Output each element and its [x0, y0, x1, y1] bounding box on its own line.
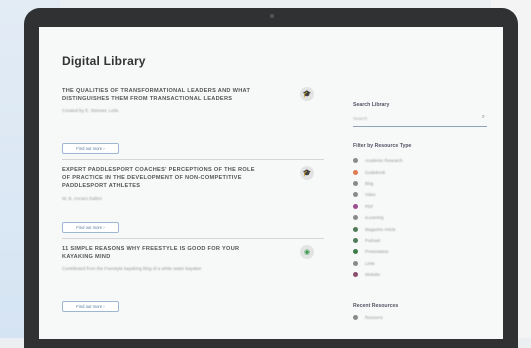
filter-label: Website — [365, 272, 381, 278]
filter-dot — [353, 192, 358, 198]
article-list: The Qualities of Transformational Leader… — [62, 87, 324, 323]
filter-label: Academic Research — [365, 158, 403, 164]
rss-icon: ◉ — [300, 245, 314, 259]
article-meta: Created by E. Stenner, Leila — [62, 108, 119, 114]
recent-dot — [353, 315, 358, 320]
search-heading: Search Library — [353, 102, 390, 108]
laptop-frame: Digital Library The Qualities of Transfo… — [24, 8, 518, 348]
search-placeholder: Search — [353, 116, 368, 121]
webcam — [270, 14, 274, 18]
search-input[interactable]: Search ⌕ — [353, 114, 487, 127]
filter-item[interactable]: eLearning — [353, 212, 487, 223]
filter-label: Presentation — [365, 249, 389, 255]
filter-list: Academic Research Guidebook Blog Video P… — [353, 155, 487, 280]
filter-label: PDF — [365, 203, 374, 209]
sidebar: Search Library Search ⌕ Filter by Resour… — [353, 102, 487, 280]
filter-item[interactable]: Blog — [353, 178, 487, 189]
filter-item[interactable]: Presentation — [353, 246, 487, 257]
filter-item[interactable]: Academic Research — [353, 155, 487, 166]
filter-dot — [353, 180, 358, 186]
article-card: Expert paddlesport coaches' perceptions … — [62, 166, 324, 239]
find-out-more-button[interactable]: Find out more › — [62, 222, 119, 233]
filter-item[interactable]: Magazine Article — [353, 223, 487, 234]
filter-dot — [353, 237, 358, 243]
filter-dot — [353, 249, 358, 255]
filter-item[interactable]: Podcast — [353, 235, 487, 246]
graduation-cap-icon: 🎓 — [300, 166, 314, 180]
filter-item[interactable]: Guidebook — [353, 166, 487, 177]
filter-item[interactable]: Website — [353, 269, 487, 280]
article-meta: W. B. Ancaro Dalimi — [62, 195, 102, 201]
filter-dot — [353, 215, 358, 221]
graduation-cap-icon: 🎓 — [300, 87, 314, 101]
article-card: The Qualities of Transformational Leader… — [62, 87, 324, 160]
recent-resource-item[interactable]: Resource — [353, 315, 383, 320]
filter-dot — [353, 169, 358, 175]
filter-item[interactable]: Video — [353, 189, 487, 200]
article-title[interactable]: The Qualities of Transformational Leader… — [62, 87, 260, 103]
filter-dot — [353, 158, 358, 164]
filter-item[interactable]: Links — [353, 258, 487, 269]
filter-dot — [353, 260, 358, 266]
article-meta: Contributed from the Freestyle kayaking … — [62, 266, 202, 272]
filter-dot — [353, 226, 358, 232]
article-card: 11 Simple Reasons Why Freestyle Is Good … — [62, 245, 324, 317]
filter-item[interactable]: PDF — [353, 201, 487, 212]
filter-label: eLearning — [365, 215, 384, 221]
page-title: Digital Library — [62, 54, 146, 68]
filter-label: Podcast — [365, 237, 381, 243]
find-out-more-button[interactable]: Find out more › — [62, 143, 119, 154]
article-title[interactable]: Expert paddlesport coaches' perceptions … — [62, 166, 260, 191]
filter-label: Video — [365, 192, 376, 198]
filter-heading: Filter by Resource Type — [353, 143, 412, 149]
filter-label: Magazine Article — [365, 226, 396, 232]
recent-resource-label: Resource — [365, 315, 383, 320]
filter-label: Blog — [365, 180, 374, 186]
recent-resources-heading: Recent Resources — [353, 303, 399, 309]
filter-label: Guidebook — [365, 169, 386, 175]
search-icon[interactable]: ⌕ — [482, 114, 485, 121]
filter-dot — [353, 203, 358, 209]
find-out-more-button[interactable]: Find out more › — [62, 301, 119, 312]
article-title[interactable]: 11 Simple Reasons Why Freestyle Is Good … — [62, 245, 260, 261]
laptop-screen: Digital Library The Qualities of Transfo… — [39, 27, 503, 339]
filter-dot — [353, 272, 358, 278]
filter-label: Links — [365, 260, 375, 266]
